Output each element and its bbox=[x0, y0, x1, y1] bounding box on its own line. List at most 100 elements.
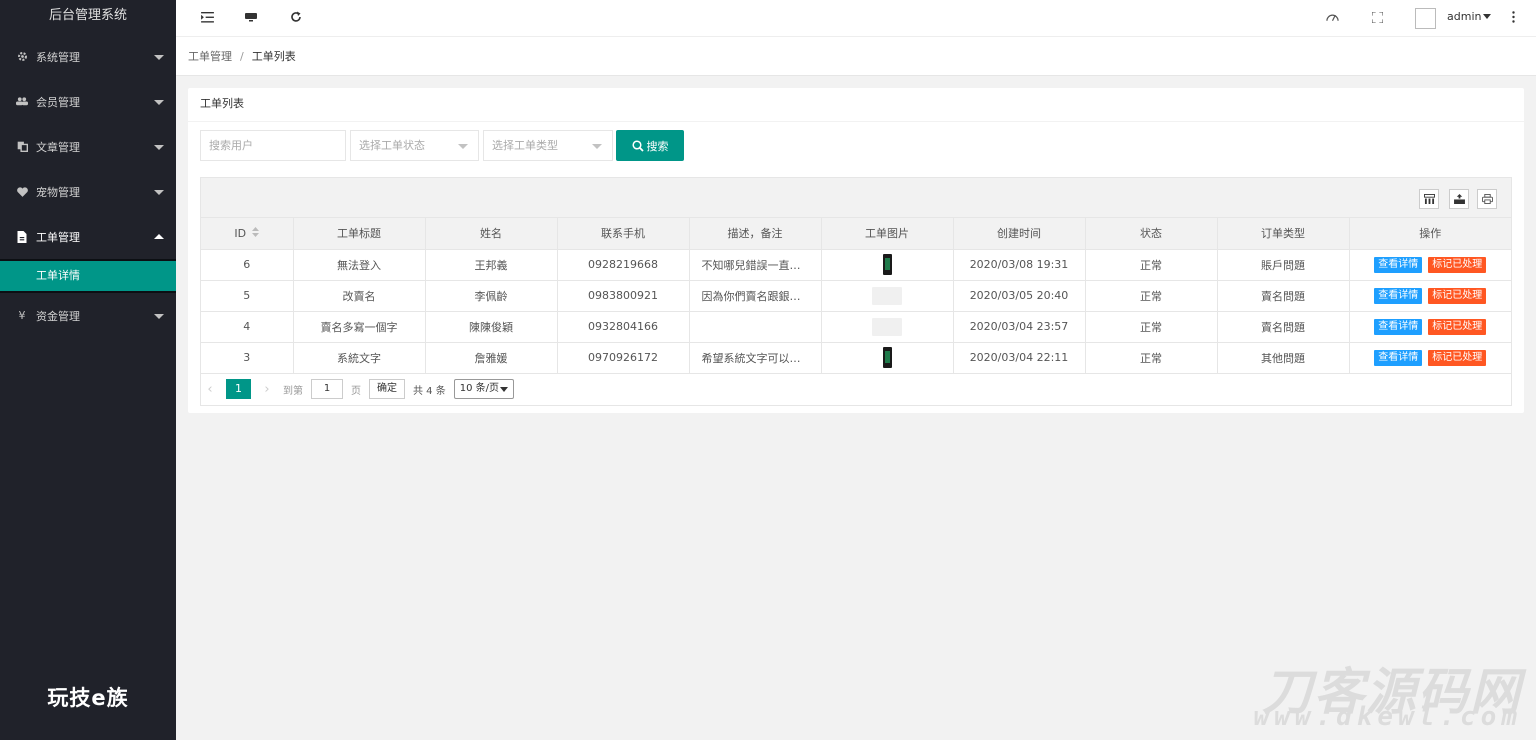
cell-image bbox=[821, 249, 954, 281]
sidebar-item-system[interactable]: 系统管理 bbox=[0, 34, 176, 79]
refresh-icon[interactable] bbox=[288, 9, 304, 25]
goto-confirm-button[interactable]: 确定 bbox=[369, 379, 405, 399]
page-size-select[interactable]: 10 条/页 bbox=[453, 379, 514, 399]
caret-down-icon bbox=[154, 144, 164, 150]
mark-processed-button[interactable]: 标记已处理 bbox=[1428, 318, 1487, 335]
cell-description: 因為你們賣名跟銀… bbox=[689, 280, 822, 312]
cell-actions: 查看详情 标记已处理 bbox=[1349, 311, 1511, 343]
goto-page-input[interactable]: 1 bbox=[311, 379, 343, 399]
caret-down-icon[interactable] bbox=[1483, 14, 1491, 19]
column-header-created: 创建时间 bbox=[953, 218, 1086, 250]
ticket-status-select[interactable]: 选择工单状态 bbox=[350, 130, 479, 161]
monitor-icon[interactable] bbox=[243, 9, 259, 25]
column-header-actions: 操作 bbox=[1349, 218, 1511, 250]
cell-id: 4 bbox=[201, 311, 294, 343]
search-bar: 搜索用户 选择工单状态 选择工单类型 搜索 bbox=[200, 130, 684, 161]
chevron-down-icon bbox=[458, 144, 468, 149]
cell-actions: 查看详情 标记已处理 bbox=[1349, 249, 1511, 281]
sidebar-item-label: 工单管理 bbox=[36, 230, 80, 244]
sidebar: 后台管理系统 系统管理 会员管理 文章管理 宠物管理 工单管理 工单详情 ¥ 资… bbox=[0, 0, 176, 740]
pagination: ‹ 1 › 到第 1 页 确定 共 4 条 10 条/页 bbox=[200, 378, 514, 400]
app-title: 后台管理系统 bbox=[48, 8, 127, 23]
cell-phone: 0932804166 bbox=[557, 311, 690, 343]
cell-status: 正常 bbox=[1085, 311, 1218, 343]
breadcrumb-separator: / bbox=[240, 49, 244, 63]
cell-id: 5 bbox=[201, 280, 294, 312]
ticket-table: ID 工单标题 姓名 联系手机 描述，备注 工单图片 创建时间 状态 订单类型 … bbox=[200, 177, 1512, 406]
next-page-icon[interactable]: › bbox=[257, 382, 277, 397]
table-toolbar bbox=[201, 178, 1511, 218]
sidebar-item-label: 资金管理 bbox=[36, 309, 80, 323]
cell-title: 賣名多寫一個字 bbox=[293, 311, 426, 343]
user-name[interactable]: admin bbox=[1447, 10, 1481, 23]
cell-description bbox=[689, 311, 822, 343]
page-current[interactable]: 1 bbox=[226, 379, 251, 399]
caret-down-icon bbox=[154, 99, 164, 105]
sidebar-item-finance[interactable]: ¥ 资金管理 bbox=[0, 293, 176, 338]
ticket-table-grid: ID 工单标题 姓名 联系手机 描述，备注 工单图片 创建时间 状态 订单类型 … bbox=[201, 218, 1511, 374]
cell-phone: 0928219668 bbox=[557, 249, 690, 281]
goto-label: 到第 bbox=[283, 385, 303, 397]
print-icon[interactable] bbox=[1477, 189, 1497, 209]
watermark-url: www.dkewl.com bbox=[1253, 702, 1522, 732]
chevron-down-icon bbox=[499, 387, 508, 392]
column-header-title: 工单标题 bbox=[293, 218, 426, 250]
sort-icon[interactable] bbox=[252, 227, 260, 240]
chevron-down-icon bbox=[592, 144, 602, 149]
table-row: 5 改賣名 李佩齡 0983800921 因為你們賣名跟銀… 2020/03/0… bbox=[201, 280, 1511, 312]
ticket-type-select[interactable]: 选择工单类型 bbox=[483, 130, 613, 161]
view-detail-button[interactable]: 查看详情 bbox=[1374, 349, 1423, 366]
image-placeholder-icon[interactable] bbox=[872, 286, 902, 305]
page-unit-label: 页 bbox=[351, 385, 361, 397]
mark-processed-button[interactable]: 标记已处理 bbox=[1428, 349, 1487, 366]
view-detail-button[interactable]: 查看详情 bbox=[1374, 318, 1423, 335]
sidebar-submenu: 工单详情 bbox=[0, 259, 176, 293]
column-header-id[interactable]: ID bbox=[201, 218, 294, 250]
sidebar-item-members[interactable]: 会员管理 bbox=[0, 79, 176, 124]
cell-title: 無法登入 bbox=[293, 249, 426, 281]
export-icon[interactable] bbox=[1449, 189, 1469, 209]
sidebar-item-tickets[interactable]: 工单管理 bbox=[0, 214, 176, 259]
ticket-list-card: 工单列表 搜索用户 选择工单状态 选择工单类型 搜索 ID 工单标题 姓名 联系… bbox=[188, 88, 1524, 413]
breadcrumb-parent[interactable]: 工单管理 bbox=[188, 48, 232, 64]
columns-filter-icon[interactable] bbox=[1419, 189, 1439, 209]
page-size-value: 10 条/页 bbox=[459, 383, 500, 394]
view-detail-button[interactable]: 查看详情 bbox=[1374, 287, 1423, 304]
more-icon[interactable] bbox=[1505, 9, 1521, 25]
cell-phone: 0983800921 bbox=[557, 280, 690, 312]
cell-created: 2020/03/08 19:31 bbox=[953, 249, 1086, 281]
cell-id: 6 bbox=[201, 249, 294, 281]
sidebar-item-pets[interactable]: 宠物管理 bbox=[0, 169, 176, 214]
search-icon bbox=[631, 139, 644, 152]
column-header-description: 描述，备注 bbox=[689, 218, 822, 250]
cell-type: 賬戶問題 bbox=[1217, 249, 1350, 281]
search-user-input[interactable]: 搜索用户 bbox=[200, 130, 346, 161]
avatar[interactable] bbox=[1415, 8, 1436, 29]
mark-processed-button[interactable]: 标记已处理 bbox=[1428, 287, 1487, 304]
cell-type: 賣名問題 bbox=[1217, 280, 1350, 312]
heart-icon bbox=[16, 186, 28, 198]
cell-created: 2020/03/05 20:40 bbox=[953, 280, 1086, 312]
prev-page-icon[interactable]: ‹ bbox=[200, 382, 220, 397]
cell-actions: 查看详情 标记已处理 bbox=[1349, 342, 1511, 374]
caret-down-icon bbox=[154, 54, 164, 60]
cell-description: 不知哪兒錯誤一直… bbox=[689, 249, 822, 281]
cell-name: 王邦義 bbox=[425, 249, 558, 281]
sidebar-subitem-ticket-detail[interactable]: 工单详情 bbox=[0, 261, 176, 291]
ticket-image-thumbnail[interactable] bbox=[882, 347, 892, 368]
fullscreen-icon[interactable] bbox=[1369, 9, 1385, 25]
view-detail-button[interactable]: 查看详情 bbox=[1374, 256, 1423, 273]
cell-name: 陳陳俊穎 bbox=[425, 311, 558, 343]
theme-icon[interactable] bbox=[1324, 9, 1340, 25]
search-button[interactable]: 搜索 bbox=[616, 130, 684, 161]
cell-title: 改賣名 bbox=[293, 280, 426, 312]
menu-fold-icon[interactable] bbox=[199, 9, 215, 25]
mark-processed-button[interactable]: 标记已处理 bbox=[1428, 256, 1487, 273]
select-placeholder: 选择工单状态 bbox=[359, 139, 425, 152]
ticket-image-thumbnail[interactable] bbox=[882, 254, 892, 275]
sidebar-item-articles[interactable]: 文章管理 bbox=[0, 124, 176, 169]
cell-phone: 0970926172 bbox=[557, 342, 690, 374]
cell-created: 2020/03/04 23:57 bbox=[953, 311, 1086, 343]
image-placeholder-icon[interactable] bbox=[872, 317, 902, 336]
column-header-type: 订单类型 bbox=[1217, 218, 1350, 250]
